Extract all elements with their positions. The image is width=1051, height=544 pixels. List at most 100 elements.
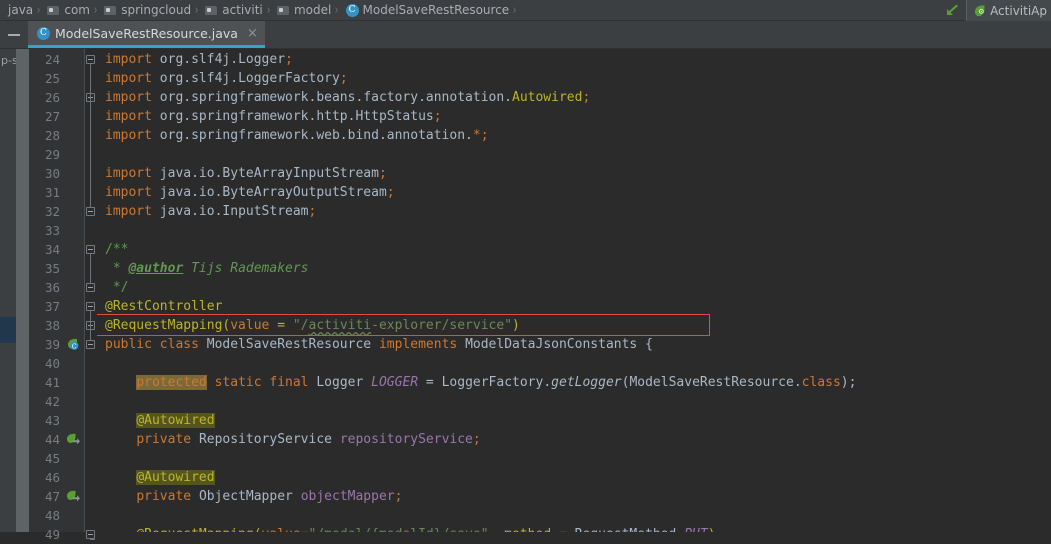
- line-number: 32: [44, 204, 60, 219]
- code-line[interactable]: @Autowired: [105, 468, 215, 487]
- line-number: 29: [44, 147, 60, 162]
- editor-area: p-sp 24 25 26 27 28 29 30 31 32 33 34 35 36 37 38 39 40 4…: [0, 49, 1051, 542]
- breadcrumb-item-java[interactable]: java: [0, 0, 34, 21]
- fold-connector: [90, 64, 91, 207]
- breadcrumb-items: java › com › springcloud › activiti › model › C Mod…: [0, 0, 519, 21]
- editor-gutter[interactable]: 24 25 26 27 28 29 30 31 32 33 34 35 36 37 38 39 40 41 42 43…: [29, 49, 85, 542]
- line-number: 30: [44, 166, 60, 181]
- fold-marker[interactable]: [86, 340, 95, 349]
- run-back-arrow-icon[interactable]: [940, 0, 966, 21]
- code-line[interactable]: import org.springframework.http.HttpStat…: [105, 107, 442, 126]
- class-icon: C: [37, 26, 50, 40]
- run-configuration-selector[interactable]: ActivitiAp: [966, 0, 1051, 21]
- code-line[interactable]: protected static final Logger LOGGER = L…: [105, 373, 856, 392]
- collapse-all-button[interactable]: [0, 21, 28, 48]
- breadcrumb-label: ModelSaveRestResource: [362, 3, 510, 17]
- activiti-leaf-icon: [973, 4, 987, 18]
- fold-connector: [90, 254, 91, 283]
- fold-marker[interactable]: [86, 530, 95, 539]
- breadcrumb-separator-icon: ›: [36, 2, 41, 18]
- code-line[interactable]: @Autowired: [105, 411, 215, 430]
- code-line[interactable]: /**: [105, 240, 128, 259]
- code-line[interactable]: import java.io.InputStream;: [105, 202, 316, 221]
- line-number: 26: [44, 90, 60, 105]
- line-number: 33: [44, 223, 60, 238]
- stripe-divider: [16, 49, 29, 532]
- line-number: 47: [44, 489, 60, 504]
- fold-marker[interactable]: [86, 302, 95, 311]
- breadcrumb-separator-icon: ›: [194, 2, 199, 18]
- breadcrumb-separator-icon: ›: [512, 2, 517, 18]
- editor-tab-modelsaverestresource[interactable]: C ModelSaveRestResource.java ×: [28, 21, 265, 48]
- tool-window-stripe-left: p-sp: [0, 49, 29, 532]
- line-number: 46: [44, 470, 60, 485]
- code-line[interactable]: import org.springframework.beans.factory…: [105, 88, 590, 107]
- line-number: 28: [44, 128, 60, 143]
- fold-connector: [90, 330, 91, 340]
- code-folding-column[interactable]: [85, 49, 97, 540]
- line-number: 24: [44, 52, 60, 67]
- code-content[interactable]: import org.slf4j.Logger; import org.slf4j…: [97, 49, 1051, 532]
- line-number: 37: [44, 299, 60, 314]
- line-number: 31: [44, 185, 60, 200]
- code-line[interactable]: @RequestMapping(value = "/activiti-explo…: [105, 316, 520, 335]
- code-line[interactable]: */: [105, 278, 129, 297]
- class-icon: C: [345, 3, 359, 17]
- line-number: 35: [44, 261, 60, 276]
- line-number: 38: [44, 318, 60, 333]
- breadcrumb-item-com[interactable]: com: [43, 0, 91, 21]
- code-line[interactable]: * @author Tijs Rademakers: [105, 259, 309, 278]
- fold-marker[interactable]: [86, 245, 95, 254]
- code-line[interactable]: import org.slf4j.LoggerFactory;: [105, 69, 348, 88]
- code-line[interactable]: import org.slf4j.Logger;: [105, 50, 293, 69]
- line-number: 34: [44, 242, 60, 257]
- fold-marker[interactable]: [86, 55, 95, 64]
- breadcrumb-item-model[interactable]: model: [273, 0, 332, 21]
- editor-tab-label: ModelSaveRestResource.java: [55, 25, 238, 41]
- run-configuration-area: ActivitiAp: [940, 0, 1051, 21]
- line-number: 49: [44, 527, 60, 542]
- breadcrumb-separator-icon: ›: [335, 2, 339, 18]
- line-number: 43: [44, 413, 60, 428]
- breadcrumb-separator-icon: ›: [93, 2, 98, 18]
- breadcrumb-item-springcloud[interactable]: springcloud: [100, 0, 192, 21]
- editor-tab-strip: C ModelSaveRestResource.java ×: [0, 21, 1051, 49]
- folder-icon: [47, 5, 60, 16]
- code-line[interactable]: @RestController: [105, 297, 222, 316]
- fold-marker[interactable]: [86, 207, 95, 216]
- code-line[interactable]: private ObjectMapper objectMapper;: [105, 487, 402, 506]
- breadcrumb-item-modelsaverestresource[interactable]: C ModelSaveRestResource: [342, 0, 511, 21]
- code-line[interactable]: import org.springframework.web.bind.anno…: [105, 126, 489, 145]
- tab-strip-filler: [265, 21, 1051, 48]
- line-number: 42: [44, 394, 60, 409]
- code-line[interactable]: private RepositoryService repositoryServ…: [105, 430, 480, 449]
- spring-bean-autowired-icon[interactable]: [65, 432, 80, 447]
- line-number: 41: [44, 375, 60, 390]
- breadcrumb-label: java: [8, 3, 34, 17]
- code-line[interactable]: public class ModelSaveRestResource imple…: [105, 335, 653, 354]
- breadcrumb-label: com: [64, 3, 90, 17]
- folder-icon: [205, 5, 218, 16]
- code-line[interactable]: import java.io.ByteArrayOutputStream;: [105, 183, 395, 202]
- close-icon[interactable]: ×: [247, 27, 258, 40]
- line-number: 27: [44, 109, 60, 124]
- folder-icon: [104, 5, 117, 16]
- svg-text:C: C: [72, 342, 77, 350]
- breadcrumb-separator-icon: ›: [266, 2, 271, 18]
- line-number: 44: [44, 432, 60, 447]
- breadcrumb-label: springcloud: [121, 3, 192, 17]
- breadcrumb-label: activiti: [222, 3, 263, 17]
- breadcrumb: java › com › springcloud › activiti › model › C Mod…: [0, 0, 1051, 21]
- fold-connector-foot: [90, 539, 95, 540]
- spring-bean-class-icon[interactable]: C: [65, 337, 80, 352]
- code-line[interactable]: import java.io.ByteArrayInputStream;: [105, 164, 387, 183]
- folder-icon: [276, 5, 290, 16]
- run-configuration-label: ActivitiAp: [990, 3, 1047, 18]
- breadcrumb-item-activiti[interactable]: activiti: [201, 0, 263, 21]
- spring-bean-autowired-icon[interactable]: [65, 489, 80, 504]
- breadcrumb-label: model: [293, 3, 332, 17]
- line-number: 40: [44, 356, 60, 371]
- line-number: 45: [44, 451, 60, 466]
- fold-marker[interactable]: [86, 283, 95, 292]
- collapse-dash-icon: [8, 33, 20, 36]
